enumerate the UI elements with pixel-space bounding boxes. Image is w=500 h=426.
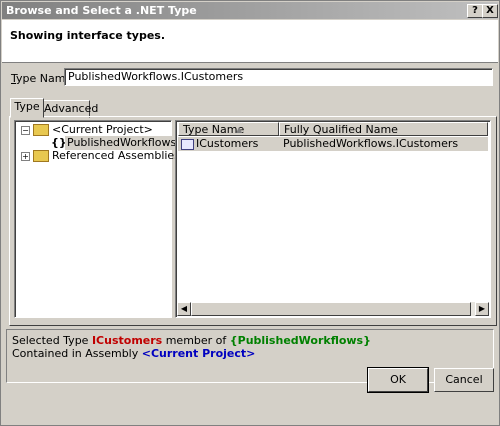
interface-icon <box>181 139 194 150</box>
type-name-input[interactable]: PublishedWorkflows.ICustomers <box>64 68 493 86</box>
dialog-window: Browse and Select a .NET Type ? X Showin… <box>0 0 500 426</box>
header-text: Showing interface types. <box>10 29 166 42</box>
namespace-tree[interactable]: − <Current Project> {} PublishedWorkflow… <box>14 120 180 318</box>
tree-item-label: PublishedWorkflows <box>65 136 179 150</box>
scroll-thumb[interactable] <box>191 302 471 316</box>
folder-icon <box>33 150 49 162</box>
cell-qualified-name: PublishedWorkflows.ICustomers <box>283 137 459 150</box>
description-line-type: Selected Type ICustomers member of {Publ… <box>12 334 371 347</box>
header-area: Showing interface types. <box>2 20 498 63</box>
tab-type[interactable]: Type <box>10 98 44 118</box>
horizontal-scrollbar[interactable]: ◀ ▶ <box>177 302 489 316</box>
expand-icon[interactable]: + <box>21 152 30 161</box>
tree-item-label: <Current Project> <box>52 123 153 136</box>
cancel-button[interactable]: Cancel <box>434 368 494 392</box>
cell-type-name: ICustomers <box>196 137 259 150</box>
description-line-assembly: Contained in Assembly <Current Project> <box>12 347 256 360</box>
tree-item-label: Referenced Assemblies <box>52 149 180 162</box>
column-header-qualified-name[interactable]: Fully Qualified Name <box>279 122 488 136</box>
scroll-left-icon[interactable]: ◀ <box>177 302 191 316</box>
table-row[interactable]: ICustomers PublishedWorkflows.ICustomers <box>178 137 488 151</box>
column-header-type-name[interactable]: Type Name ▲ <box>178 122 279 136</box>
folder-icon <box>33 124 49 136</box>
close-button[interactable]: X <box>482 4 498 18</box>
help-button[interactable]: ? <box>467 4 483 18</box>
scroll-right-icon[interactable]: ▶ <box>475 302 489 316</box>
sort-ascending-icon: ▲ <box>236 125 243 134</box>
ok-button[interactable]: OK <box>368 368 428 392</box>
collapse-icon[interactable]: − <box>21 126 30 135</box>
title-bar: Browse and Select a .NET Type ? X <box>2 2 498 19</box>
types-list[interactable]: Type Name ▲ Fully Qualified Name ICustom… <box>175 120 491 318</box>
window-title: Browse and Select a .NET Type <box>6 4 197 17</box>
